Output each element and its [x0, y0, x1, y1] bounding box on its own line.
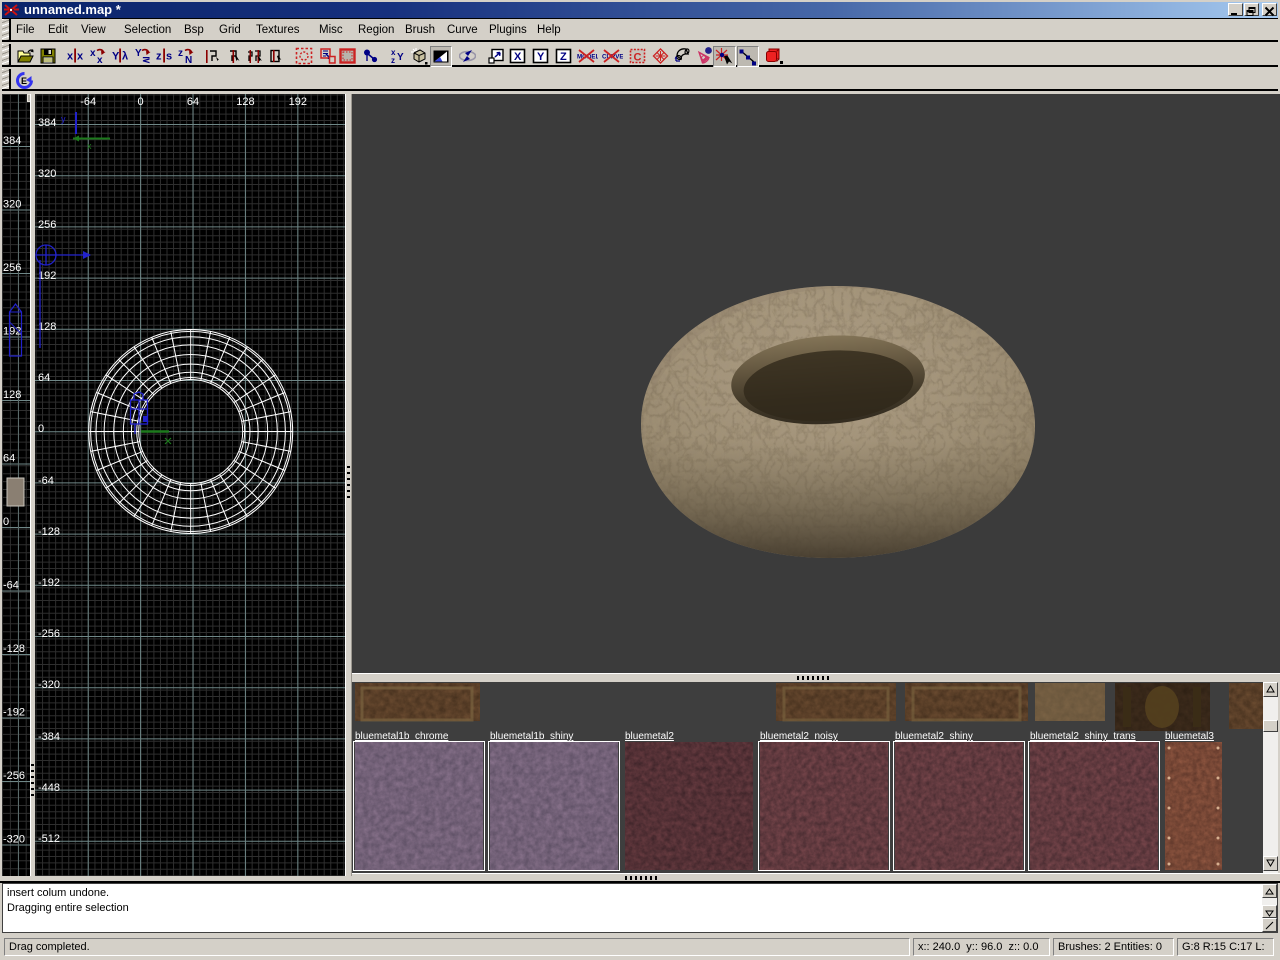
svg-text:256: 256: [38, 219, 56, 231]
svg-text:y: y: [61, 114, 66, 124]
svg-text:384: 384: [3, 135, 21, 147]
svg-text:-320: -320: [3, 834, 25, 846]
svg-text:-64: -64: [3, 580, 19, 592]
svg-text:-384: -384: [38, 731, 60, 743]
svg-text:Y: Y: [537, 51, 545, 63]
svg-text:256: 256: [3, 262, 21, 274]
svg-text:z: z: [156, 51, 162, 63]
svg-text:192: 192: [38, 270, 56, 282]
svg-text:x: x: [77, 51, 84, 63]
svg-text:0: 0: [138, 96, 144, 108]
svg-text:x: x: [87, 141, 92, 151]
svg-text:128: 128: [3, 389, 21, 401]
svg-text:bluemetal1b_shiny: bluemetal1b_shiny: [490, 731, 573, 742]
svg-text:384: 384: [38, 117, 56, 129]
svg-text:Y: Y: [397, 52, 404, 63]
svg-text:x: x: [90, 48, 96, 59]
svg-text:-128: -128: [3, 643, 25, 655]
svg-text:320: 320: [38, 168, 56, 180]
svg-text:-128: -128: [38, 526, 60, 538]
svg-text:-192: -192: [3, 707, 25, 719]
svg-text:λ: λ: [122, 51, 128, 63]
svg-text:E: E: [21, 76, 27, 86]
svg-text:bluemetal2_shiny_trans: bluemetal2_shiny_trans: [1030, 731, 1136, 742]
svg-text:Y: Y: [112, 51, 120, 63]
svg-text:-192: -192: [38, 577, 60, 589]
svg-text:z: z: [178, 48, 183, 59]
svg-text:0: 0: [3, 516, 9, 528]
svg-text:-64: -64: [80, 96, 96, 108]
svg-text:-512: -512: [38, 833, 60, 845]
svg-text:128: 128: [38, 321, 56, 333]
svg-text:bluemetal3: bluemetal3: [1165, 731, 1214, 742]
svg-text:x: x: [97, 55, 103, 64]
svg-text:64: 64: [38, 372, 50, 384]
svg-text:s: s: [166, 51, 172, 63]
svg-text:x: x: [67, 51, 74, 63]
svg-text:-64: -64: [38, 475, 54, 487]
svg-text:C: C: [634, 52, 642, 64]
svg-text:128: 128: [236, 96, 254, 108]
svg-text:Z: Z: [560, 51, 567, 63]
svg-text:X: X: [514, 51, 522, 63]
svg-text:bluemetal2_shiny: bluemetal2_shiny: [895, 731, 973, 742]
svg-text:0: 0: [38, 423, 44, 435]
svg-text:bluemetal2_noisy: bluemetal2_noisy: [760, 731, 838, 742]
svg-text:bluemetal1b_chrome: bluemetal1b_chrome: [355, 731, 449, 742]
svg-text:bluemetal2: bluemetal2: [625, 731, 674, 742]
svg-text:-256: -256: [38, 628, 60, 640]
svg-text:⋜: ⋜: [142, 55, 150, 64]
svg-text:64: 64: [187, 96, 199, 108]
svg-text:N: N: [185, 55, 192, 64]
svg-text:320: 320: [3, 199, 21, 211]
svg-text:64: 64: [3, 453, 15, 465]
svg-text:-448: -448: [38, 782, 60, 794]
svg-text:-320: -320: [38, 679, 60, 691]
svg-text:z: z: [391, 56, 395, 64]
svg-text:192: 192: [289, 96, 307, 108]
svg-text:Y: Y: [135, 48, 142, 59]
svg-text:-256: -256: [3, 770, 25, 782]
